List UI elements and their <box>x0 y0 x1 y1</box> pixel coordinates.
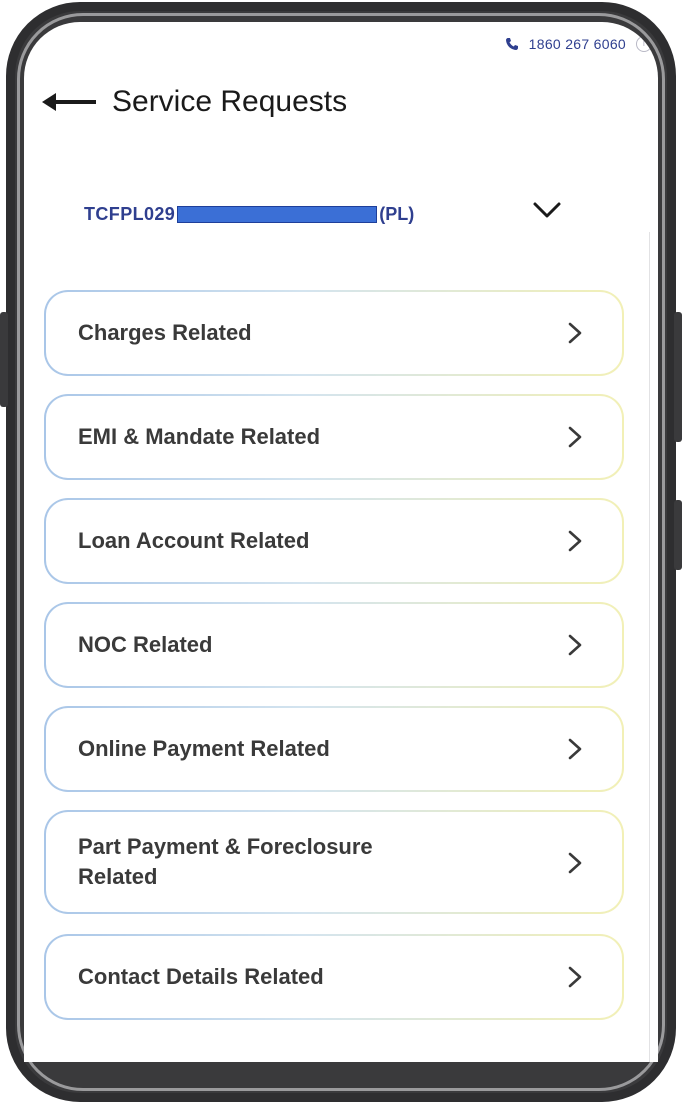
request-item-online-payment[interactable]: Online Payment Related <box>44 706 624 792</box>
request-item-label: Contact Details Related <box>78 964 324 990</box>
request-item-noc[interactable]: NOC Related <box>44 602 624 688</box>
loan-type-suffix: (PL) <box>379 203 415 224</box>
chevron-right-icon <box>568 530 582 557</box>
loan-account-selector[interactable]: TCFPL029 (PL) <box>84 190 584 238</box>
back-arrow-icon[interactable] <box>40 87 100 117</box>
request-item-charges[interactable]: Charges Related <box>44 290 624 376</box>
chevron-right-icon <box>568 852 582 879</box>
scrollbar[interactable] <box>649 232 650 1062</box>
support-phone-number[interactable]: 1860 267 6060 <box>529 36 626 52</box>
request-item-label: NOC Related <box>78 632 213 658</box>
request-item-part-payment-foreclosure[interactable]: Part Payment & Foreclosure Related <box>44 810 624 914</box>
chevron-right-icon <box>568 426 582 453</box>
request-item-label: Online Payment Related <box>78 736 330 762</box>
chevron-right-icon <box>568 738 582 765</box>
chevron-right-icon <box>568 966 582 993</box>
chevron-right-icon <box>568 634 582 661</box>
request-item-label: Charges Related <box>78 320 252 346</box>
page-title: Service Requests <box>112 85 348 118</box>
side-button-left <box>0 312 8 407</box>
side-button-right-lower <box>674 500 682 570</box>
side-button-right-upper <box>674 312 682 442</box>
request-item-emi-mandate[interactable]: EMI & Mandate Related <box>44 394 624 480</box>
loan-number-prefix: TCFPL029 <box>84 203 176 224</box>
request-item-contact-details[interactable]: Contact Details Related <box>44 934 624 1020</box>
chevron-right-icon <box>568 322 582 349</box>
request-item-label: EMI & Mandate Related <box>78 424 321 450</box>
app-screen: 1860 267 6060 i Service Requests TCFPL02… <box>24 22 658 1062</box>
loan-number-redaction <box>177 205 378 223</box>
chevron-down-icon[interactable] <box>532 200 562 225</box>
status-bar: 1860 267 6060 i <box>505 32 652 56</box>
request-item-label: Loan Account Related <box>78 528 310 554</box>
page-header: Service Requests <box>40 78 347 126</box>
request-item-label: Part Payment & Foreclosure Related <box>78 834 373 889</box>
phone-icon[interactable] <box>505 37 519 51</box>
request-item-loan-account[interactable]: Loan Account Related <box>44 498 624 584</box>
info-icon[interactable]: i <box>636 36 652 52</box>
